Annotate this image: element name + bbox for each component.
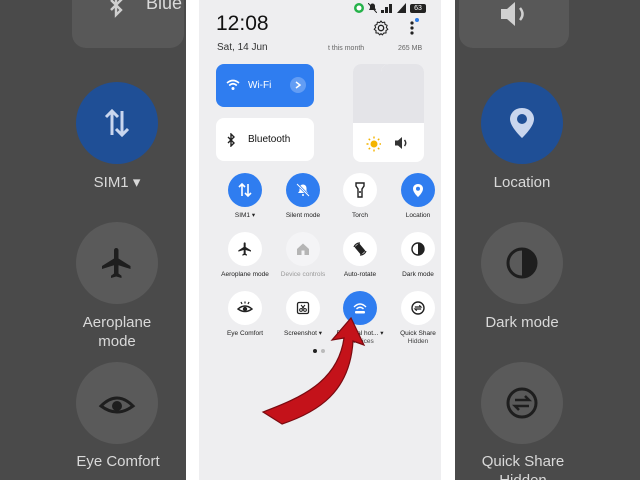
background-label: Aeroplane mode [82,314,152,350]
silent-mode-toggle[interactable]: Silent mode [274,173,332,220]
mute-icon [368,3,377,13]
airplane-icon[interactable] [228,232,262,266]
quick-settings-panel: 63 12:08 Sat, 14 Jun t this month 265 MB… [199,0,441,480]
battery-icon: 63 [410,3,426,13]
toggle-label: Silent mode [285,212,321,219]
location-icon [481,82,563,164]
background-label: Quick Share Hidden [481,453,565,480]
toggle-label: Dark mode [402,271,434,278]
wifi-icon [226,79,240,93]
signal-icon [397,3,406,13]
location-toggle[interactable]: Location [389,173,441,220]
torch-icon[interactable] [343,173,377,207]
battery-level: 63 [414,4,422,12]
device-controls-toggle[interactable]: Device controls [274,232,332,279]
dark-mode-icon [481,222,563,304]
eye-icon[interactable] [228,291,262,325]
bluetooth-label: Bluetooth [248,134,291,145]
location-icon[interactable] [401,173,435,207]
toggle-label: Auto-rotate [343,271,377,278]
dark-mode-toggle[interactable]: Dark mode [389,232,441,279]
frame-edge [186,0,199,480]
slider-track [381,64,424,123]
sim-toggle[interactable]: SIM1 ▾ [216,173,274,220]
wifi-tile[interactable]: Wi-Fi [216,64,314,107]
page-dot-active[interactable] [313,349,317,353]
quick-share-toggle[interactable]: Quick Share Hidden [389,291,441,346]
update-badge [415,18,419,22]
background-text: Blue [146,0,183,13]
quick-share-icon [481,362,563,444]
sim-data-icon[interactable] [228,173,262,207]
background-label: SIM1 ▾ [93,174,141,191]
background-label: Location [493,174,551,191]
volume-icon [394,136,410,152]
background-label: Eye Comfort [76,453,160,470]
bluetooth-icon [226,132,240,147]
date[interactable]: Sat, 14 Jun [217,42,268,53]
toggle-label: Screenshot ▾ [284,330,322,337]
bluetooth-icon [106,0,126,23]
torch-toggle[interactable]: Torch [331,173,389,220]
toggle-label: Personal hot... ▾ [336,330,384,337]
brightness-icon [366,136,382,152]
toggle-label: Quick Share [400,330,436,337]
eye-icon [76,362,158,444]
dark-mode-icon[interactable] [401,232,435,266]
data-usage-label[interactable]: t this month [328,45,364,52]
toggle-label: Aeroplane mode [221,271,269,278]
data-usage-value[interactable]: 265 MB [398,45,422,52]
volume-icon [499,0,531,33]
frame-edge [441,0,455,480]
background-left: Blue SIM1 ▾ Aeroplane mode Eye Comfort [0,0,186,480]
signal-icon [381,4,392,13]
toggle-label: Eye Comfort [226,330,264,337]
home-icon[interactable] [286,232,320,266]
chevron-right-icon[interactable] [290,77,306,93]
bluetooth-tile[interactable]: Bluetooth [216,118,314,161]
page-indicator [313,349,325,353]
silent-bell-icon[interactable] [286,173,320,207]
settings-gear-icon[interactable] [373,20,389,36]
background-right: Location Dark mode Quick Share Hidden [455,0,640,480]
screenshot-icon[interactable] [286,291,320,325]
personal-hotspot-toggle[interactable]: Personal hot... ▾ 0 devices [331,291,389,346]
toggle-label: Device controls [280,271,326,278]
volume-slider[interactable] [381,64,424,162]
toggle-label: SIM1 ▾ [234,212,256,219]
aeroplane-mode-toggle[interactable]: Aeroplane mode [216,232,274,279]
airplane-icon [76,222,158,304]
toggle-sublabel: Hidden [407,338,429,345]
page-dot[interactable] [321,349,325,353]
rotate-icon[interactable] [343,232,377,266]
quick-share-icon[interactable] [401,291,435,325]
screenshot-toggle[interactable]: Screenshot ▾ [274,291,332,338]
toggle-label: Torch [352,212,368,219]
eye-comfort-toggle[interactable]: Eye Comfort [216,291,274,338]
notification-icon [354,3,364,13]
toggle-sublabel: 0 devices [346,338,374,345]
wifi-label: Wi-Fi [248,80,272,91]
toggle-label: Location [405,212,431,219]
auto-rotate-toggle[interactable]: Auto-rotate [331,232,389,279]
hotspot-icon[interactable] [343,291,377,325]
sim-data-icon [76,82,158,164]
background-label: Dark mode [485,314,559,331]
status-bar: 63 [354,3,426,13]
clock[interactable]: 12:08 [216,12,269,36]
